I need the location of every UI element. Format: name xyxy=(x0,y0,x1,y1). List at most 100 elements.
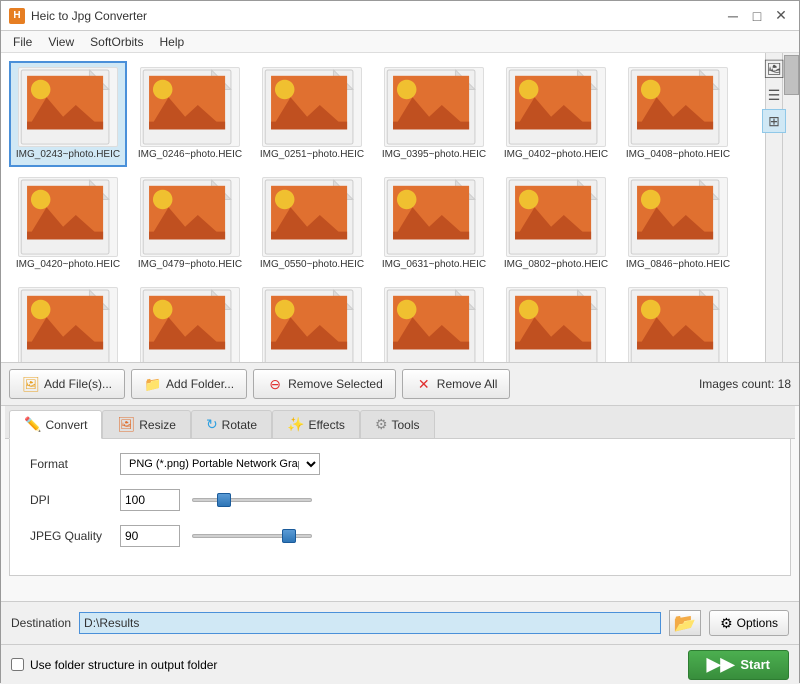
menu-softorbits[interactable]: SoftOrbits xyxy=(82,33,151,51)
file-grid-wrapper: IMG_0243~photo.HEIC IMG_0246~photo.HEIC xyxy=(1,53,799,363)
file-thumbnail xyxy=(262,287,362,362)
dpi-slider-thumb[interactable] xyxy=(217,493,231,507)
dpi-label: DPI xyxy=(30,493,110,507)
folder-structure-label: Use folder structure in output folder xyxy=(30,658,217,672)
file-thumbnail xyxy=(18,177,118,257)
jpeg-quality-row: JPEG Quality xyxy=(30,525,770,547)
tools-tab-icon: ⚙ xyxy=(375,416,388,433)
file-thumbnail xyxy=(140,177,240,257)
format-row: Format PNG (*.png) Portable Network Grap… xyxy=(30,453,770,475)
images-count: Images count: 18 xyxy=(699,377,791,391)
file-item[interactable]: IMG_0900~photo.HEIC xyxy=(9,281,127,362)
tab-resize[interactable]: 🖼 Resize xyxy=(102,410,190,438)
view-grid-button[interactable]: ⊞ xyxy=(762,109,786,133)
jpeg-quality-slider-thumb[interactable] xyxy=(282,529,296,543)
close-button[interactable]: ✕ xyxy=(771,6,791,26)
file-thumbnail xyxy=(18,67,118,147)
file-thumbnail xyxy=(628,177,728,257)
file-item[interactable]: IMG_0846~photo.HEIC xyxy=(619,171,737,277)
effects-tab-icon: ✨ xyxy=(287,416,304,433)
file-item[interactable]: IMG_0251~photo.HEIC xyxy=(253,61,371,167)
minimize-button[interactable]: ─ xyxy=(723,6,743,26)
file-item[interactable]: IMG_0395~photo.HEIC xyxy=(375,61,493,167)
menu-file[interactable]: File xyxy=(5,33,40,51)
resize-tab-icon: 🖼 xyxy=(117,416,135,433)
menu-help[interactable]: Help xyxy=(152,33,193,51)
dpi-row: DPI xyxy=(30,489,770,511)
file-item[interactable]: IMG_0930~photo.HEIC xyxy=(375,281,493,362)
file-item[interactable]: IMG_0802~photo.HEIC xyxy=(497,171,615,277)
folder-structure-checkbox[interactable] xyxy=(11,658,24,671)
start-arrow-icon: ▶▶ xyxy=(707,654,735,675)
file-thumbnail xyxy=(506,67,606,147)
bottom-toolbar: 🖼 Add File(s)... 📁 Add Folder... ⊖ Remov… xyxy=(1,363,799,406)
menu-bar: File View SoftOrbits Help xyxy=(1,31,799,53)
file-name: IMG_0420~photo.HEIC xyxy=(16,259,120,271)
main-area: IMG_0243~photo.HEIC IMG_0246~photo.HEIC xyxy=(1,53,799,684)
window-title: Heic to Jpg Converter xyxy=(31,9,723,23)
menu-view[interactable]: View xyxy=(40,33,82,51)
format-label: Format xyxy=(30,457,110,471)
remove-all-button[interactable]: ✕ Remove All xyxy=(402,369,511,399)
file-item[interactable]: IMG_0920~photo.HEIC xyxy=(253,281,371,362)
file-thumbnail xyxy=(140,287,240,362)
file-thumbnail xyxy=(506,177,606,257)
add-files-icon: 🖼 xyxy=(22,375,40,393)
add-files-button[interactable]: 🖼 Add File(s)... xyxy=(9,369,125,399)
file-name: IMG_0631~photo.HEIC xyxy=(382,259,486,271)
rotate-tab-icon: ↻ xyxy=(206,416,218,433)
maximize-button[interactable]: □ xyxy=(747,6,767,26)
file-name: IMG_0243~photo.HEIC xyxy=(16,149,120,161)
file-thumbnail xyxy=(628,287,728,362)
file-item[interactable]: IMG_0950~photo.HEIC xyxy=(619,281,737,362)
remove-selected-button[interactable]: ⊖ Remove Selected xyxy=(253,369,396,399)
tab-effects[interactable]: ✨ Effects xyxy=(272,410,360,438)
destination-bar: Destination 📂 ⚙ Options xyxy=(1,601,799,644)
jpeg-quality-input[interactable] xyxy=(120,525,180,547)
jpeg-quality-label: JPEG Quality xyxy=(30,529,110,543)
jpeg-quality-control xyxy=(120,525,770,547)
tab-tools[interactable]: ⚙ Tools xyxy=(360,410,435,438)
file-name: IMG_0408~photo.HEIC xyxy=(626,149,730,161)
format-control: PNG (*.png) Portable Network Graphics JP… xyxy=(120,453,770,475)
file-item[interactable]: IMG_0910~photo.HEIC xyxy=(131,281,249,362)
file-name: IMG_0246~photo.HEIC xyxy=(138,149,242,161)
window-controls: ─ □ ✕ xyxy=(723,6,791,26)
destination-input[interactable] xyxy=(79,612,661,634)
file-item[interactable]: IMG_0420~photo.HEIC xyxy=(9,171,127,277)
view-list-button[interactable]: ☰ xyxy=(762,83,786,107)
file-name: IMG_0395~photo.HEIC xyxy=(382,149,486,161)
remove-all-icon: ✕ xyxy=(415,375,433,393)
add-folder-button[interactable]: 📁 Add Folder... xyxy=(131,369,247,399)
options-button[interactable]: ⚙ Options xyxy=(709,610,789,636)
file-item[interactable]: IMG_0550~photo.HEIC xyxy=(253,171,371,277)
file-item[interactable]: IMG_0479~photo.HEIC xyxy=(131,171,249,277)
file-name: IMG_0251~photo.HEIC xyxy=(260,149,364,161)
dpi-input[interactable] xyxy=(120,489,180,511)
file-item[interactable]: IMG_0408~photo.HEIC xyxy=(619,61,737,167)
file-item[interactable]: IMG_0631~photo.HEIC xyxy=(375,171,493,277)
tab-rotate[interactable]: ↻ Rotate xyxy=(191,410,272,438)
format-select[interactable]: PNG (*.png) Portable Network Graphics JP… xyxy=(120,453,320,475)
file-thumbnail xyxy=(262,177,362,257)
file-item[interactable]: IMG_0940~photo.HEIC xyxy=(497,281,615,362)
convert-tab-icon: ✏️ xyxy=(24,416,41,433)
file-item[interactable]: IMG_0246~photo.HEIC xyxy=(131,61,249,167)
options-icon: ⚙ xyxy=(720,615,733,632)
destination-browse-button[interactable]: 📂 xyxy=(669,610,701,636)
file-item[interactable]: IMG_0243~photo.HEIC xyxy=(9,61,127,167)
tab-convert[interactable]: ✏️ Convert xyxy=(9,410,102,439)
file-name: IMG_0479~photo.HEIC xyxy=(138,259,242,271)
remove-selected-icon: ⊖ xyxy=(266,375,284,393)
file-name: IMG_0802~photo.HEIC xyxy=(504,259,608,271)
file-item[interactable]: IMG_0402~photo.HEIC xyxy=(497,61,615,167)
dpi-control xyxy=(120,489,770,511)
file-thumbnail xyxy=(18,287,118,362)
view-large-icon-button[interactable]: 🖼 xyxy=(762,57,786,81)
file-thumbnail xyxy=(262,67,362,147)
start-button[interactable]: ▶▶ Start xyxy=(688,650,789,680)
file-thumbnail xyxy=(140,67,240,147)
app-icon: H xyxy=(9,8,25,24)
tab-bar: ✏️ Convert 🖼 Resize ↻ Rotate ✨ Effects ⚙… xyxy=(5,406,795,439)
file-name: IMG_0402~photo.HEIC xyxy=(504,149,608,161)
